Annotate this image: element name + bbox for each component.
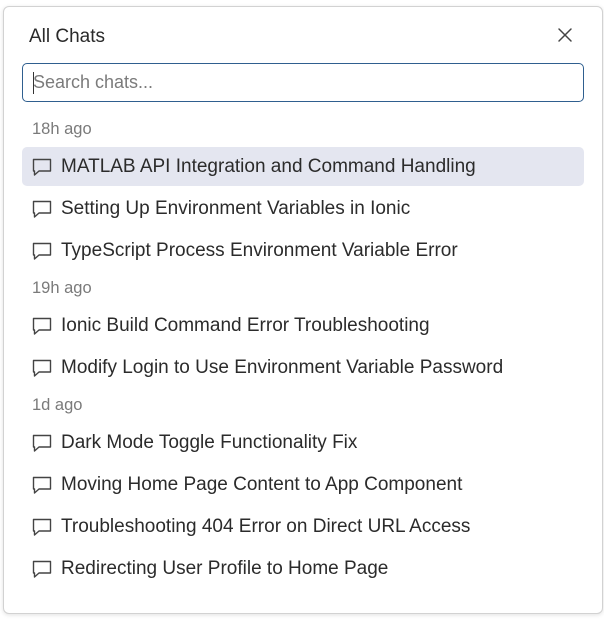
chat-title: Troubleshooting 404 Error on Direct URL …: [61, 515, 471, 537]
chat-list-item[interactable]: Ionic Build Command Error Troubleshootin…: [22, 306, 584, 345]
chat-list-item[interactable]: Redirecting User Profile to Home Page: [22, 549, 584, 588]
chat-title: Dark Mode Toggle Functionality Fix: [61, 431, 358, 453]
chat-list-item[interactable]: Modify Login to Use Environment Variable…: [22, 348, 584, 387]
chat-title: Ionic Build Command Error Troubleshootin…: [61, 314, 430, 336]
group-label: 1d ago: [32, 396, 83, 414]
chat-bubble-icon: [31, 558, 53, 580]
chat-title: Modify Login to Use Environment Variable…: [61, 356, 504, 378]
group-label: 19h ago: [32, 279, 92, 297]
chat-bubble-icon: [31, 516, 53, 538]
text-caret: [33, 72, 34, 94]
search-box: [22, 63, 584, 102]
all-chats-dialog: All Chats 18h ago MATLAB API Integration …: [3, 6, 603, 614]
search-input[interactable]: [23, 64, 583, 101]
chat-bubble-icon: [31, 357, 53, 379]
chat-bubble-icon: [31, 156, 53, 178]
chat-list-item[interactable]: Moving Home Page Content to App Componen…: [22, 465, 584, 504]
chat-title: Redirecting User Profile to Home Page: [61, 557, 389, 579]
dialog-header: All Chats: [4, 7, 602, 63]
chat-list-item[interactable]: TypeScript Process Environment Variable …: [22, 231, 584, 270]
chat-bubble-icon: [31, 474, 53, 496]
chat-list-item[interactable]: Setting Up Environment Variables in Ioni…: [22, 189, 584, 228]
close-button[interactable]: [555, 25, 575, 45]
dialog-title: All Chats: [29, 26, 106, 47]
chat-list-item[interactable]: Troubleshooting 404 Error on Direct URL …: [22, 507, 584, 546]
chat-bubble-icon: [31, 315, 53, 337]
chat-title: MATLAB API Integration and Command Handl…: [61, 155, 476, 177]
chat-list-item[interactable]: Dark Mode Toggle Functionality Fix: [22, 423, 584, 462]
chat-bubble-icon: [31, 240, 53, 262]
chat-list: 18h ago MATLAB API Integration and Comman…: [4, 114, 602, 591]
group-label: 18h ago: [32, 120, 92, 138]
chat-title: Setting Up Environment Variables in Ioni…: [61, 197, 411, 219]
chat-list-item[interactable]: MATLAB API Integration and Command Handl…: [22, 147, 584, 186]
chat-title: Moving Home Page Content to App Componen…: [61, 473, 463, 495]
close-icon: [557, 27, 573, 43]
chat-bubble-icon: [31, 432, 53, 454]
chat-title: TypeScript Process Environment Variable …: [61, 239, 458, 261]
chat-bubble-icon: [31, 198, 53, 220]
